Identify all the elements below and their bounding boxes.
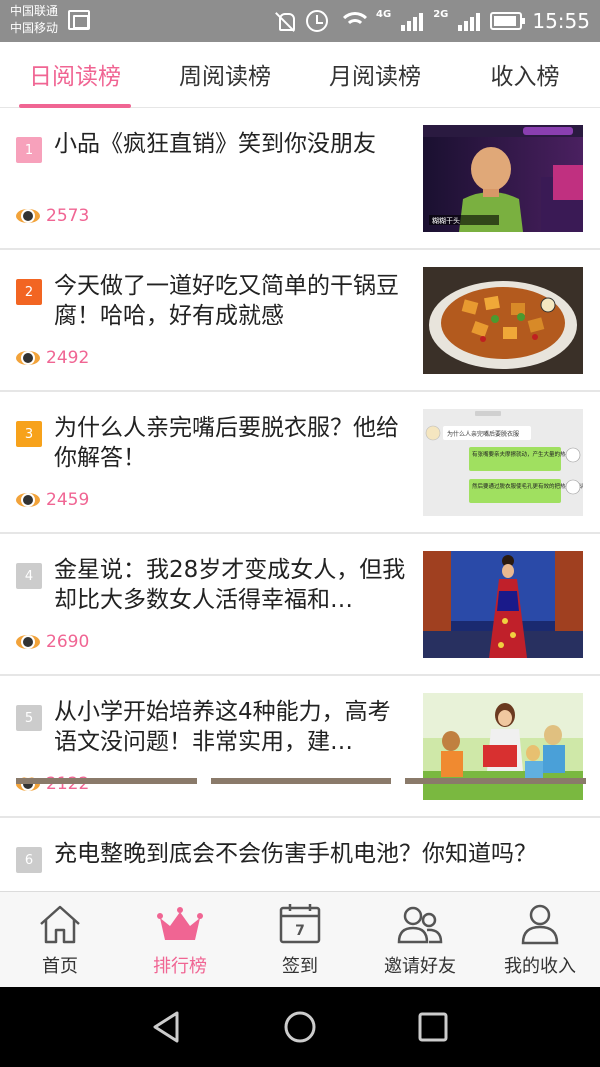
article-title: 今天做了一道好吃又简单的干锅豆腐！哈哈，好有成就感 (54, 273, 399, 329)
eye-icon (16, 635, 40, 649)
view-count: 2573 (16, 206, 89, 226)
calendar-icon: 7 (279, 904, 321, 944)
nav-checkin-label: 签到 (282, 956, 318, 977)
tofu-dish-photo[interactable] (423, 267, 583, 374)
nav-checkin[interactable]: 7 签到 (240, 892, 360, 988)
carrier-1: 中国联通 (10, 4, 59, 18)
nav-income[interactable]: 我的收入 (480, 892, 600, 988)
network-type-4g: 4G (376, 8, 392, 20)
view-count: 2690 (16, 632, 89, 652)
article-title: 小品《疯狂直销》笑到你没朋友 (54, 131, 376, 157)
stage-dress-photo[interactable] (423, 551, 583, 658)
nav-invite-label: 邀请好友 (384, 956, 456, 977)
crown-icon (157, 907, 203, 940)
tab-weekly[interactable]: 周阅读榜 (150, 42, 300, 108)
rank-badge: 3 (16, 421, 42, 447)
clock: 15:55 (532, 9, 590, 33)
alarm-icon (306, 10, 329, 32)
view-count-value: 2122 (46, 774, 90, 794)
view-count: 2122 (16, 774, 89, 794)
signal-2g-icon (458, 11, 481, 31)
recent-apps-icon[interactable] (415, 1009, 451, 1045)
home-icon (40, 905, 80, 944)
article-item[interactable]: 4 金星说：我28岁才变成女人，但我却比大多数女人活得幸福和… 2690 (0, 534, 600, 676)
tab-monthly-label: 月阅读榜 (329, 64, 421, 90)
chat-reply-1: 有张嘴要亲夫摩擦就动，产生大量的热 (472, 450, 566, 458)
signal-4g-icon (401, 11, 424, 31)
article-title: 从小学开始培养这4种能力，高考语文没问题！非常实用，建… (54, 699, 391, 755)
article-6-thumbnails (16, 778, 587, 784)
rank-badge: 1 (16, 137, 42, 163)
status-bar: 中国联通 中国移动 4G 2G 15:55 (0, 0, 600, 42)
wifi-icon (338, 10, 373, 32)
article-item[interactable]: 3 为什么人亲完嘴后要脱衣服？他给你解答！ 2459 为什么人亲完嘴后要脱衣服 … (0, 392, 600, 534)
eye-icon (16, 493, 40, 507)
mute-icon (274, 10, 296, 32)
network-type-2g: 2G (433, 8, 449, 20)
tab-monthly[interactable]: 月阅读榜 (300, 42, 450, 108)
rank-badge: 2 (16, 279, 42, 305)
nav-home[interactable]: 首页 (0, 892, 120, 988)
rank-badge: 4 (16, 563, 42, 589)
carrier-2: 中国移动 (10, 21, 59, 35)
article-item[interactable]: 6 充电整晚到底会不会伤害手机电池？你知道吗？ (0, 818, 600, 891)
chat-screenshot[interactable]: 为什么人亲完嘴后要脱衣服 有张嘴要亲夫摩擦就动，产生大量的热 然后要通过脱衣服使… (423, 409, 583, 516)
tab-income-label: 收入榜 (490, 64, 560, 90)
tab-income[interactable]: 收入榜 (450, 42, 600, 108)
nav-invite[interactable]: 邀请好友 (360, 892, 480, 988)
sim-card-icon (68, 10, 90, 30)
calendar-day: 7 (295, 923, 305, 939)
nav-ranking-label: 排行榜 (153, 956, 207, 977)
view-count-value: 2573 (46, 206, 90, 226)
thumb-caption: 糊糊干头 (432, 216, 460, 225)
eye-icon (16, 209, 40, 223)
battery-icon (490, 12, 526, 30)
tab-weekly-label: 周阅读榜 (179, 64, 271, 90)
profile-icon (521, 904, 559, 945)
article-title: 充电整晚到底会不会伤害手机电池？你知道吗？ (54, 841, 537, 867)
nav-ranking[interactable]: 排行榜 (120, 892, 240, 988)
article-list[interactable]: 1 小品《疯狂直销》笑到你没朋友 2573 糊糊干头 2 今天做了一道好吃又简单… (0, 108, 600, 891)
carrier-names: 中国联通 中国移动 (10, 3, 58, 37)
system-navigation-bar (0, 987, 600, 1067)
nav-home-label: 首页 (42, 956, 78, 977)
back-icon[interactable] (149, 1009, 185, 1045)
ranking-tabs: 日阅读榜 周阅读榜 月阅读榜 收入榜 (0, 42, 600, 108)
comedy-stage-photo[interactable]: 糊糊干头 (423, 125, 583, 232)
article-item[interactable]: 2 今天做了一道好吃又简单的干锅豆腐！哈哈，好有成就感 2492 (0, 250, 600, 392)
article-title: 为什么人亲完嘴后要脱衣服？他给你解答！ (54, 415, 399, 471)
article-item[interactable]: 5 从小学开始培养这4种能力，高考语文没问题！非常实用，建… 2122 (0, 676, 600, 818)
view-count-value: 2690 (46, 632, 90, 652)
rank-badge: 5 (16, 705, 42, 731)
view-count-value: 2492 (46, 348, 90, 368)
view-count-value: 2459 (46, 490, 90, 510)
home-button-icon[interactable] (282, 1009, 318, 1045)
eye-icon (16, 351, 40, 365)
invite-friends-icon (397, 906, 443, 944)
view-count: 2459 (16, 490, 89, 510)
article-title: 金星说：我28岁才变成女人，但我却比大多数女人活得幸福和… (54, 557, 406, 613)
bottom-navigation: 首页 排行榜 7 签到 邀请好友 我的收入 (0, 891, 600, 987)
tab-daily-label: 日阅读榜 (29, 64, 121, 90)
view-count: 2492 (16, 348, 89, 368)
nav-income-label: 我的收入 (504, 956, 576, 977)
chat-question: 为什么人亲完嘴后要脱衣服 (447, 430, 519, 438)
article-item[interactable]: 1 小品《疯狂直销》笑到你没朋友 2573 糊糊干头 (0, 108, 600, 250)
rank-badge: 6 (16, 847, 42, 873)
tab-daily[interactable]: 日阅读榜 (0, 42, 150, 108)
